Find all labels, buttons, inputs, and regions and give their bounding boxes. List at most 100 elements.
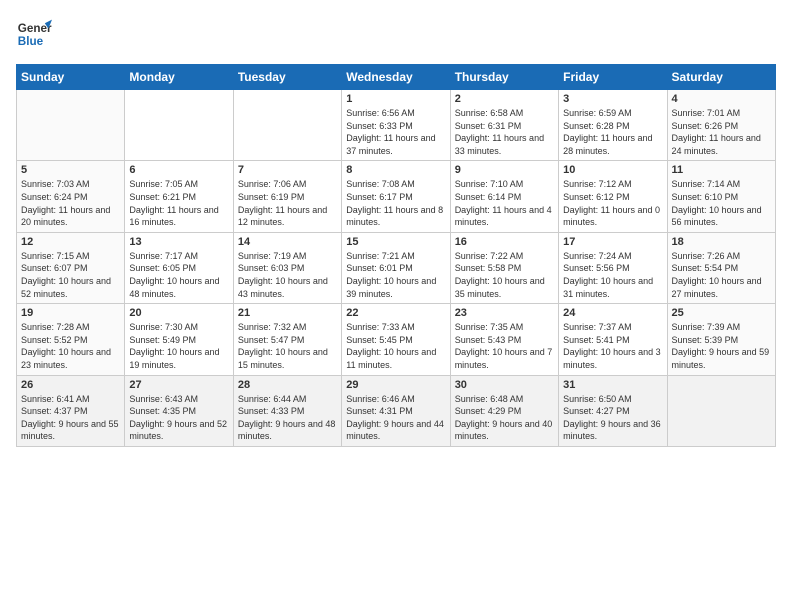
weekday-header-sunday: Sunday: [17, 65, 125, 90]
week-row-4: 19 Sunrise: 7:28 AM Sunset: 5:52 PM Dayli…: [17, 304, 776, 375]
logo-icon: General Blue: [16, 16, 52, 52]
calendar-cell: 9 Sunrise: 7:10 AM Sunset: 6:14 PM Daylig…: [450, 161, 558, 232]
day-number: 24: [563, 307, 662, 319]
day-number: 10: [563, 164, 662, 176]
calendar-cell: 17 Sunrise: 7:24 AM Sunset: 5:56 PM Dayli…: [559, 232, 667, 303]
calendar-cell: 8 Sunrise: 7:08 AM Sunset: 6:17 PM Daylig…: [342, 161, 450, 232]
day-info: Sunrise: 7:03 AM Sunset: 6:24 PM Dayligh…: [21, 178, 120, 228]
day-info: Sunrise: 7:01 AM Sunset: 6:26 PM Dayligh…: [672, 107, 771, 157]
day-info: Sunrise: 7:21 AM Sunset: 6:01 PM Dayligh…: [346, 250, 445, 300]
calendar-cell: 27Sunrise: 6:43 AM Sunset: 4:35 PM Dayli…: [125, 375, 233, 446]
calendar-cell: 2 Sunrise: 6:58 AM Sunset: 6:31 PM Daylig…: [450, 90, 558, 161]
calendar-cell: 21Sunrise: 7:32 AM Sunset: 5:47 PM Dayli…: [233, 304, 341, 375]
day-info: Sunrise: 7:12 AM Sunset: 6:12 PM Dayligh…: [563, 178, 662, 228]
weekday-header-monday: Monday: [125, 65, 233, 90]
day-info: Sunrise: 7:06 AM Sunset: 6:19 PM Dayligh…: [238, 178, 337, 228]
day-number: 13: [129, 236, 228, 248]
day-number: 3: [563, 93, 662, 105]
day-number: 30: [455, 379, 554, 391]
calendar-cell: 14 Sunrise: 7:19 AM Sunset: 6:03 PM Dayli…: [233, 232, 341, 303]
day-number: 22: [346, 307, 445, 319]
weekday-header-friday: Friday: [559, 65, 667, 90]
day-info: Sunrise: 6:41 AM Sunset: 4:37 PM Dayligh…: [21, 393, 120, 443]
day-number: 23: [455, 307, 554, 319]
calendar-cell: 20Sunrise: 7:30 AM Sunset: 5:49 PM Dayli…: [125, 304, 233, 375]
day-info: Sunrise: 7:10 AM Sunset: 6:14 PM Dayligh…: [455, 178, 554, 228]
day-info: Sunrise: 7:22 AM Sunset: 5:58 PM Dayligh…: [455, 250, 554, 300]
calendar-table: SundayMondayTuesdayWednesdayThursdayFrid…: [16, 64, 776, 447]
day-info: Sunrise: 7:17 AM Sunset: 6:05 PM Dayligh…: [129, 250, 228, 300]
day-number: 14: [238, 236, 337, 248]
day-number: 16: [455, 236, 554, 248]
day-info: Sunrise: 7:32 AM Sunset: 5:47 PM Dayligh…: [238, 321, 337, 371]
calendar-cell: 30 Sunrise: 6:48 AM Sunset: 4:29 PM Dayli…: [450, 375, 558, 446]
weekday-header-tuesday: Tuesday: [233, 65, 341, 90]
day-number: 29: [346, 379, 445, 391]
day-number: 31: [563, 379, 662, 391]
weekday-header-row: SundayMondayTuesdayWednesdayThursdayFrid…: [17, 65, 776, 90]
day-number: 8: [346, 164, 445, 176]
svg-text:Blue: Blue: [18, 35, 44, 48]
day-info: Sunrise: 7:05 AM Sunset: 6:21 PM Dayligh…: [129, 178, 228, 228]
weekday-header-thursday: Thursday: [450, 65, 558, 90]
calendar-cell: 25 Sunrise: 7:39 AM Sunset: 5:39 PM Dayli…: [667, 304, 775, 375]
page-header: General Blue: [16, 16, 776, 52]
calendar-cell: 31 Sunrise: 6:50 AM Sunset: 4:27 PM Dayli…: [559, 375, 667, 446]
day-info: Sunrise: 7:24 AM Sunset: 5:56 PM Dayligh…: [563, 250, 662, 300]
day-info: Sunrise: 7:37 AM Sunset: 5:41 PM Dayligh…: [563, 321, 662, 371]
day-info: Sunrise: 6:44 AM Sunset: 4:33 PM Dayligh…: [238, 393, 337, 443]
day-info: Sunrise: 7:33 AM Sunset: 5:45 PM Dayligh…: [346, 321, 445, 371]
calendar-cell: 23Sunrise: 7:35 AM Sunset: 5:43 PM Dayli…: [450, 304, 558, 375]
calendar-cell: 3 Sunrise: 6:59 AM Sunset: 6:28 PM Daylig…: [559, 90, 667, 161]
day-info: Sunrise: 7:08 AM Sunset: 6:17 PM Dayligh…: [346, 178, 445, 228]
calendar-cell: 1Sunrise: 6:56 AM Sunset: 6:33 PM Daylig…: [342, 90, 450, 161]
day-info: Sunrise: 6:58 AM Sunset: 6:31 PM Dayligh…: [455, 107, 554, 157]
day-info: Sunrise: 6:56 AM Sunset: 6:33 PM Dayligh…: [346, 107, 445, 157]
calendar-cell: [125, 90, 233, 161]
day-number: 28: [238, 379, 337, 391]
day-number: 4: [672, 93, 771, 105]
calendar-cell: 6 Sunrise: 7:05 AM Sunset: 6:21 PM Daylig…: [125, 161, 233, 232]
calendar-cell: 22 Sunrise: 7:33 AM Sunset: 5:45 PM Dayli…: [342, 304, 450, 375]
day-number: 6: [129, 164, 228, 176]
day-info: Sunrise: 7:26 AM Sunset: 5:54 PM Dayligh…: [672, 250, 771, 300]
calendar-cell: [233, 90, 341, 161]
week-row-2: 5 Sunrise: 7:03 AM Sunset: 6:24 PM Daylig…: [17, 161, 776, 232]
day-number: 9: [455, 164, 554, 176]
day-info: Sunrise: 6:59 AM Sunset: 6:28 PM Dayligh…: [563, 107, 662, 157]
calendar-cell: 16 Sunrise: 7:22 AM Sunset: 5:58 PM Dayli…: [450, 232, 558, 303]
calendar-cell: [17, 90, 125, 161]
calendar-cell: 13 Sunrise: 7:17 AM Sunset: 6:05 PM Dayli…: [125, 232, 233, 303]
calendar-cell: 28 Sunrise: 6:44 AM Sunset: 4:33 PM Dayli…: [233, 375, 341, 446]
day-number: 7: [238, 164, 337, 176]
day-number: 26: [21, 379, 120, 391]
day-number: 19: [21, 307, 120, 319]
day-number: 15: [346, 236, 445, 248]
day-info: Sunrise: 7:15 AM Sunset: 6:07 PM Dayligh…: [21, 250, 120, 300]
calendar-cell: 18 Sunrise: 7:26 AM Sunset: 5:54 PM Dayli…: [667, 232, 775, 303]
weekday-header-saturday: Saturday: [667, 65, 775, 90]
week-row-3: 12 Sunrise: 7:15 AM Sunset: 6:07 PM Dayli…: [17, 232, 776, 303]
day-info: Sunrise: 6:50 AM Sunset: 4:27 PM Dayligh…: [563, 393, 662, 443]
day-info: Sunrise: 6:48 AM Sunset: 4:29 PM Dayligh…: [455, 393, 554, 443]
calendar-cell: [667, 375, 775, 446]
calendar-cell: 24 Sunrise: 7:37 AM Sunset: 5:41 PM Dayli…: [559, 304, 667, 375]
calendar-cell: 26 Sunrise: 6:41 AM Sunset: 4:37 PM Dayli…: [17, 375, 125, 446]
day-number: 2: [455, 93, 554, 105]
calendar-cell: 19 Sunrise: 7:28 AM Sunset: 5:52 PM Dayli…: [17, 304, 125, 375]
calendar-cell: 15 Sunrise: 7:21 AM Sunset: 6:01 PM Dayli…: [342, 232, 450, 303]
day-info: Sunrise: 7:30 AM Sunset: 5:49 PM Dayligh…: [129, 321, 228, 371]
day-number: 25: [672, 307, 771, 319]
day-number: 12: [21, 236, 120, 248]
day-number: 17: [563, 236, 662, 248]
calendar-cell: 11Sunrise: 7:14 AM Sunset: 6:10 PM Dayli…: [667, 161, 775, 232]
day-info: Sunrise: 7:39 AM Sunset: 5:39 PM Dayligh…: [672, 321, 771, 371]
calendar-cell: 5 Sunrise: 7:03 AM Sunset: 6:24 PM Daylig…: [17, 161, 125, 232]
day-number: 11: [672, 164, 771, 176]
day-number: 5: [21, 164, 120, 176]
week-row-5: 26 Sunrise: 6:41 AM Sunset: 4:37 PM Dayli…: [17, 375, 776, 446]
day-number: 18: [672, 236, 771, 248]
calendar-cell: 4 Sunrise: 7:01 AM Sunset: 6:26 PM Daylig…: [667, 90, 775, 161]
day-info: Sunrise: 7:28 AM Sunset: 5:52 PM Dayligh…: [21, 321, 120, 371]
day-info: Sunrise: 7:19 AM Sunset: 6:03 PM Dayligh…: [238, 250, 337, 300]
